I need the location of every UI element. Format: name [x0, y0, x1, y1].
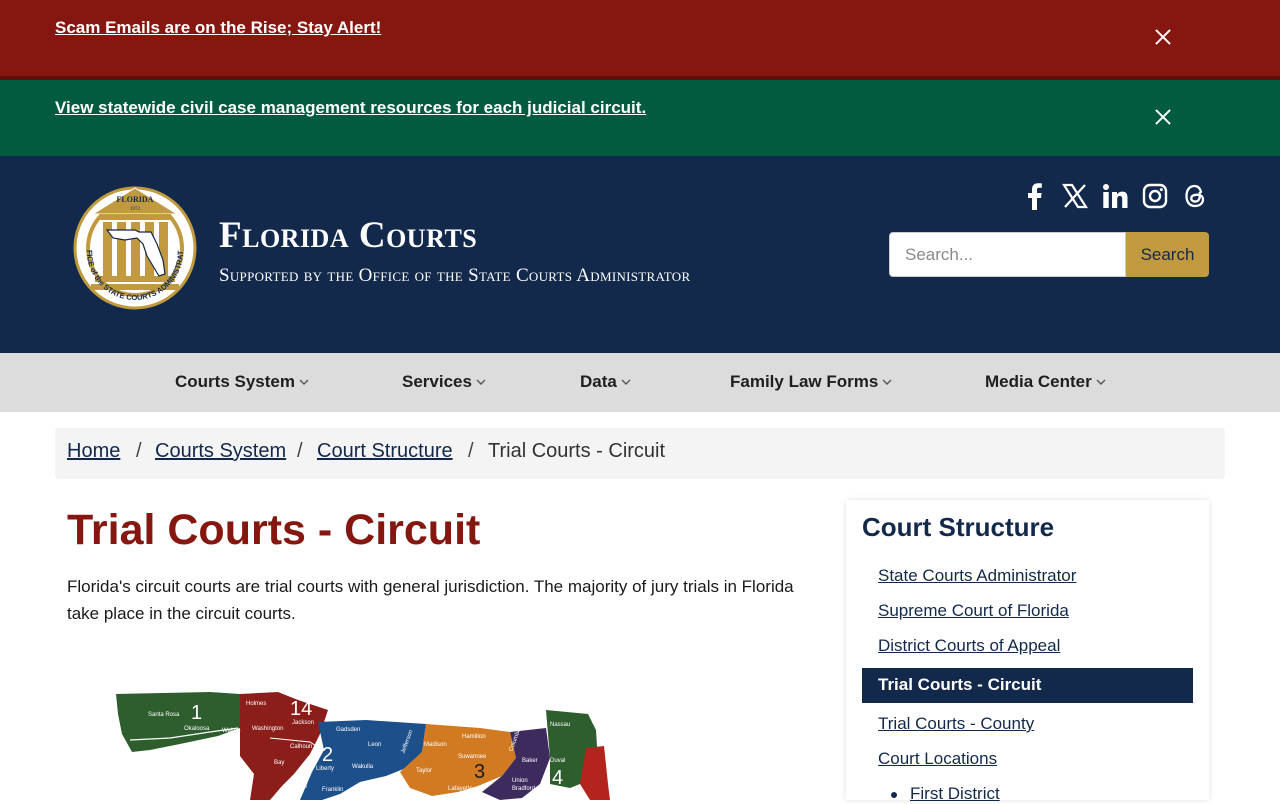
sidebar-item-supreme-court[interactable]: Supreme Court of Florida — [878, 601, 1069, 621]
county-label: Santa Rosa — [148, 712, 180, 718]
seal-top-text: FLORIDA — [117, 195, 154, 204]
nav-item-services[interactable]: Services — [402, 372, 486, 392]
county-label: Liberty — [316, 766, 334, 772]
chevron-down-icon — [621, 379, 631, 385]
county-label: Washington — [252, 726, 283, 732]
breadcrumb-current: Trial Courts - Circuit — [488, 440, 666, 462]
county-label: Baker — [522, 758, 538, 764]
circuit-map[interactable]: 1 14 2 3 4 Santa Rosa Okaloosa Walton Ho… — [110, 688, 620, 800]
nav-item-data[interactable]: Data — [580, 372, 631, 392]
instagram-icon[interactable] — [1142, 182, 1168, 210]
county-label: Jackson — [292, 720, 314, 726]
nav-item-label: Courts System — [175, 372, 295, 391]
main-nav: Courts System Services Data Family Law F… — [0, 353, 1280, 412]
breadcrumb: Home / Courts System / Court Structure /… — [55, 428, 1225, 479]
breadcrumb-separator: / — [468, 440, 474, 462]
chevron-down-icon — [1096, 379, 1106, 385]
nav-item-courts-system[interactable]: Courts System — [175, 372, 309, 392]
social-links — [1022, 182, 1208, 210]
county-label: Lafayette — [448, 786, 473, 792]
alert-banner-scam: Scam Emails are on the Rise; Stay Alert! — [0, 0, 1280, 80]
county-label: Okaloosa — [184, 726, 210, 732]
county-label: Hamilton — [462, 734, 486, 740]
county-label: Gulf — [296, 784, 307, 790]
county-label: Holmes — [246, 701, 266, 707]
nav-item-label: Media Center — [985, 372, 1092, 391]
breadcrumb-courts-system[interactable]: Courts System — [155, 440, 286, 463]
county-label: Clay — [550, 790, 562, 796]
sidebar-item-trial-courts-county[interactable]: Trial Courts - County — [878, 714, 1034, 734]
breadcrumb-separator: / — [297, 440, 303, 462]
close-icon[interactable] — [1152, 26, 1174, 48]
bullet-icon — [891, 792, 897, 798]
site-header: FLORIDA 1972 OFFICE of the STATE COURTS … — [0, 156, 1280, 353]
breadcrumb-court-structure[interactable]: Court Structure — [317, 440, 453, 463]
alert-link-civil[interactable]: View statewide civil case management res… — [55, 98, 646, 118]
alert-link-scam[interactable]: Scam Emails are on the Rise; Stay Alert! — [55, 18, 381, 38]
nav-item-label: Data — [580, 372, 617, 391]
sidebar-subitem-first-district[interactable]: First District — [910, 784, 1000, 804]
chevron-down-icon — [476, 379, 486, 385]
chevron-down-icon — [882, 379, 892, 385]
search-button[interactable]: Search — [1126, 232, 1209, 277]
seal-year-text: 1972 — [130, 207, 141, 212]
county-label: Gadsden — [336, 727, 360, 733]
county-label: Madison — [424, 742, 447, 748]
county-label: Duval — [550, 758, 565, 764]
county-label: Nassau — [550, 722, 570, 728]
nav-item-media-center[interactable]: Media Center — [985, 372, 1106, 392]
circuit-label: 1 — [191, 702, 202, 724]
alert-banner-civil: View statewide civil case management res… — [0, 80, 1280, 156]
chevron-down-icon — [299, 379, 309, 385]
facebook-icon[interactable] — [1022, 182, 1048, 210]
county-label: Leon — [368, 742, 381, 748]
sidebar-title: Court Structure — [862, 512, 1055, 542]
county-label: Walton — [222, 728, 240, 734]
county-label: Franklin — [322, 787, 343, 793]
sidebar-item-district-courts[interactable]: District Courts of Appeal — [878, 636, 1060, 656]
county-label: Calhoun — [290, 744, 312, 750]
circuit-label: 14 — [290, 698, 312, 720]
circuit-label: 2 — [322, 744, 333, 766]
seal-logo[interactable]: FLORIDA 1972 OFFICE of the STATE COURTS … — [73, 182, 198, 310]
nav-item-label: Services — [402, 372, 472, 391]
county-label: Wakulla — [352, 764, 374, 770]
search-input[interactable] — [889, 232, 1126, 277]
site-subtitle: Supported by the Office of the State Cou… — [219, 265, 691, 286]
nav-item-label: Family Law Forms — [730, 372, 879, 391]
sidebar-court-structure: Court Structure State Courts Administrat… — [846, 500, 1209, 803]
close-icon[interactable] — [1152, 106, 1174, 128]
circuit-label: 3 — [474, 761, 485, 783]
site-title[interactable]: Florida Courts — [219, 214, 477, 257]
nav-item-family-law-forms[interactable]: Family Law Forms — [730, 372, 892, 392]
intro-text: Florida's circuit courts are trial court… — [67, 577, 794, 623]
circuit-label: 4 — [552, 767, 563, 789]
breadcrumb-home[interactable]: Home — [67, 440, 120, 463]
county-label: Union — [512, 778, 528, 784]
county-label: Bradford — [512, 786, 535, 792]
sidebar-item-state-courts-administrator[interactable]: State Courts Administrator — [878, 566, 1076, 586]
county-label: Suwannee — [458, 754, 487, 760]
breadcrumb-separator: / — [136, 440, 142, 462]
sidebar-item-court-locations[interactable]: Court Locations — [878, 749, 997, 769]
threads-icon[interactable] — [1182, 182, 1208, 210]
sidebar-item-trial-courts-circuit[interactable]: Trial Courts - Circuit — [862, 668, 1193, 703]
county-label: Bay — [274, 760, 284, 766]
linkedin-icon[interactable] — [1102, 182, 1128, 210]
county-label: Taylor — [416, 768, 432, 774]
page-title: Trial Courts - Circuit — [67, 506, 481, 554]
x-icon[interactable] — [1062, 182, 1088, 210]
